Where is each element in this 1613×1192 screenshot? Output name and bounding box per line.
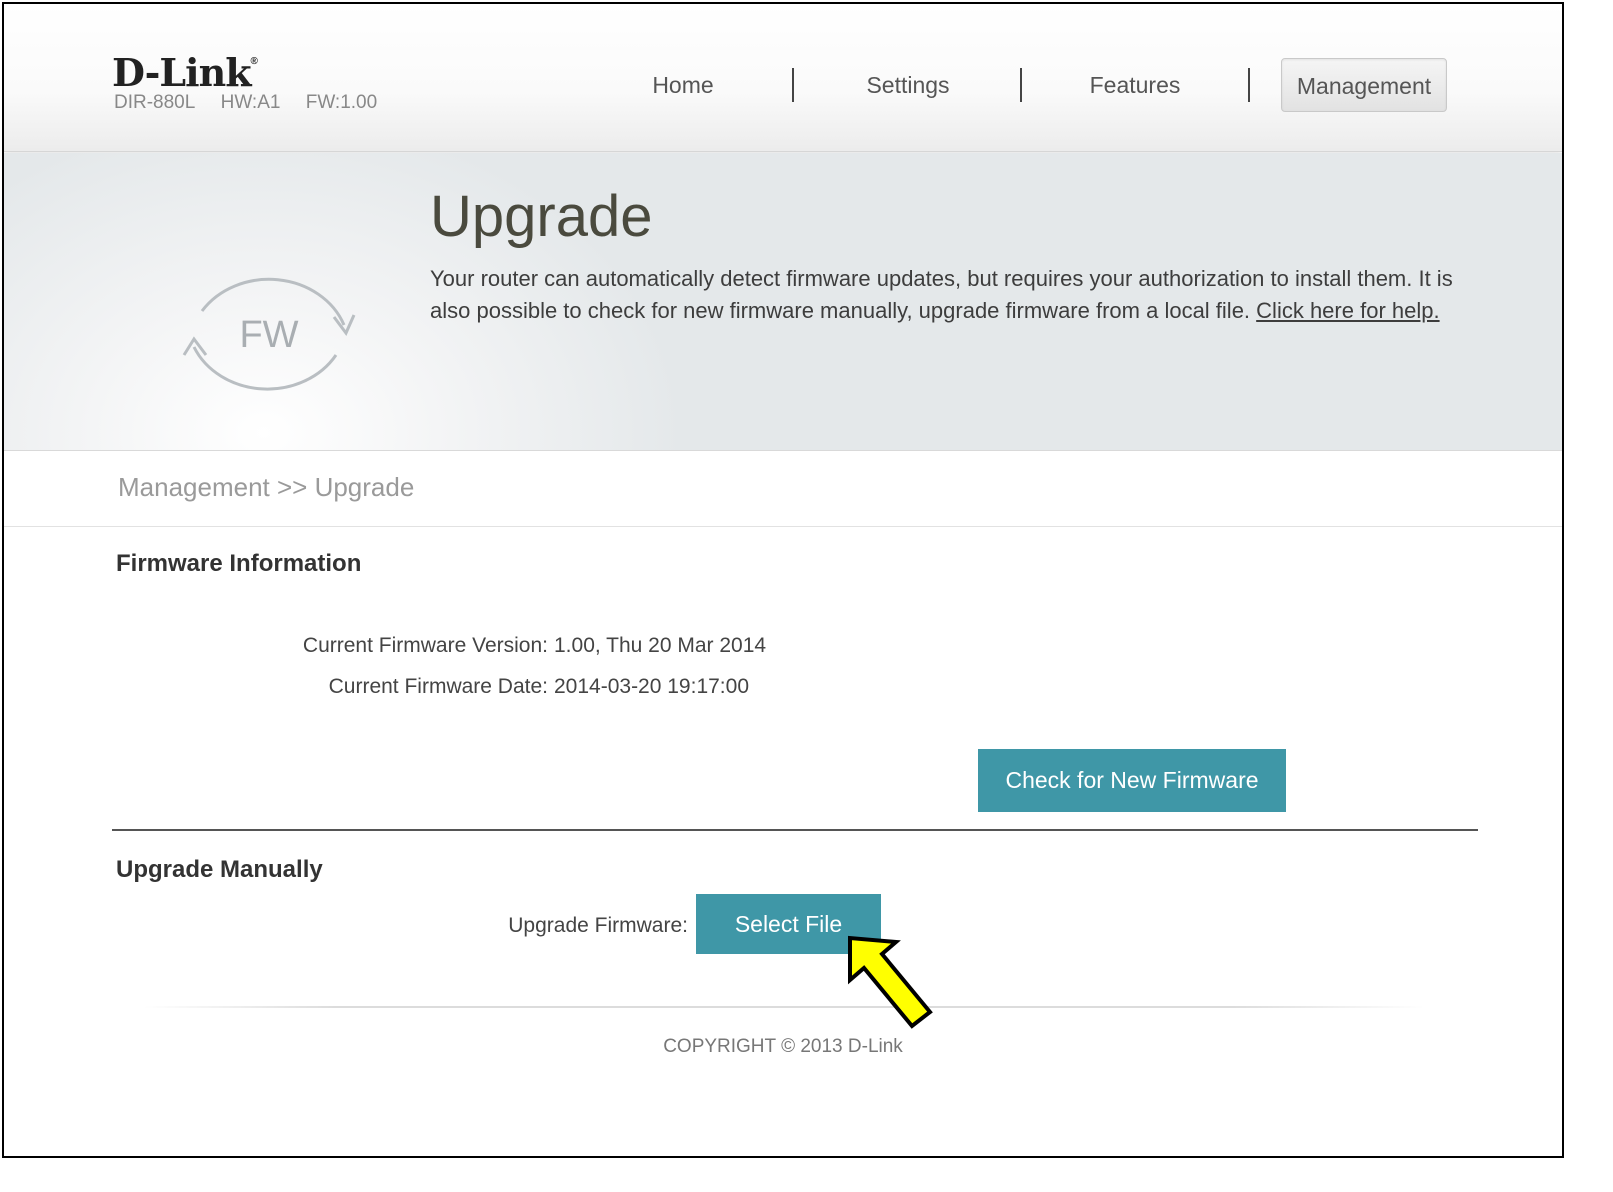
upgrade-manually-title: Upgrade Manually (116, 856, 323, 883)
breadcrumb: Management >> Upgrade (118, 472, 415, 502)
check-new-firmware-button[interactable]: Check for New Firmware (978, 749, 1286, 812)
help-link[interactable]: Click here for help. (1256, 298, 1439, 323)
nav-divider (1248, 68, 1250, 102)
page-frame: D-Link® DIR-880L HW:A1 FW:1.00 Home Sett… (2, 2, 1564, 1158)
nav-divider (1020, 68, 1022, 102)
breadcrumb-bar: Management >> Upgrade (4, 452, 1562, 527)
firmware-date-value: 2014-03-20 19:17:00 (554, 675, 749, 698)
firmware-info-title: Firmware Information (116, 550, 362, 577)
firmware-date-label: Current Firmware Date: (328, 675, 548, 698)
upgrade-firmware-label: Upgrade Firmware: (508, 914, 688, 937)
page-description: Your router can automatically detect fir… (430, 266, 1453, 323)
nav-management[interactable]: Management (1281, 58, 1447, 112)
nav-home[interactable]: Home (624, 58, 742, 112)
nav-settings[interactable]: Settings (849, 58, 967, 112)
main-nav: Home Settings Features Management (4, 58, 1562, 112)
footer-divider (144, 1006, 1424, 1008)
copyright-text: COPYRIGHT © 2013 D-Link (663, 1036, 903, 1057)
firmware-version-value: 1.00, Thu 20 Mar 2014 (554, 634, 767, 657)
fw-refresh-icon: FW (182, 277, 356, 391)
annotation-arrow-icon (848, 935, 933, 1029)
hero-banner: FW Upgrade Your router can automatically… (4, 153, 1562, 451)
svg-text:FW: FW (239, 314, 298, 356)
firmware-version-label: Current Firmware Version: (302, 634, 548, 657)
top-header: D-Link® DIR-880L HW:A1 FW:1.00 Home Sett… (4, 4, 1562, 152)
nav-features[interactable]: Features (1074, 58, 1196, 112)
section-divider (112, 829, 1478, 831)
page-title: Upgrade (430, 184, 653, 249)
nav-divider (792, 68, 794, 102)
